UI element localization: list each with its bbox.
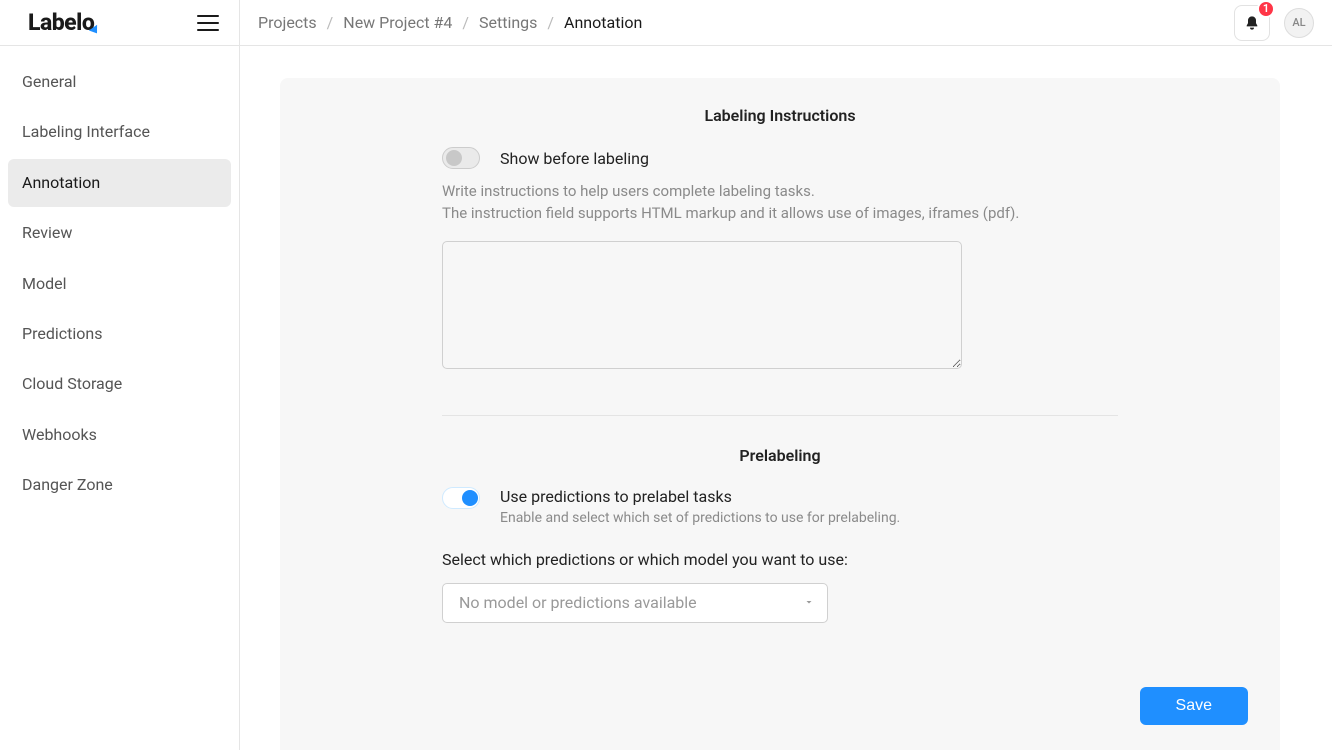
sidebar-item-model[interactable]: Model xyxy=(8,260,231,308)
sidebar-item-danger-zone[interactable]: Danger Zone xyxy=(8,461,231,509)
sidebar-item-general[interactable]: General xyxy=(8,58,231,106)
bell-icon xyxy=(1244,15,1260,31)
sidebar-item-predictions[interactable]: Predictions xyxy=(8,310,231,358)
sidebar-item-label: Model xyxy=(22,274,67,293)
section-labeling-instructions: Labeling Instructions Show before labeli… xyxy=(312,106,1248,623)
predictions-select[interactable]: No model or predictions available xyxy=(442,583,828,623)
breadcrumb-separator: / xyxy=(462,13,469,32)
menu-toggle-icon[interactable] xyxy=(197,15,219,31)
sidebar-item-label: Danger Zone xyxy=(22,475,113,494)
instructions-textarea[interactable] xyxy=(442,241,962,369)
sidebar: Labelo General Labeling Interface Annota… xyxy=(0,0,240,750)
content: Labeling Instructions Show before labeli… xyxy=(240,46,1332,750)
sidebar-item-cloud-storage[interactable]: Cloud Storage xyxy=(8,360,231,408)
actions: Save xyxy=(312,687,1248,725)
toggle-description: Enable and select which set of predictio… xyxy=(500,510,900,526)
divider xyxy=(442,415,1118,416)
breadcrumb-separator: / xyxy=(327,13,334,32)
chevron-down-icon xyxy=(803,593,815,612)
crumb-projects[interactable]: Projects xyxy=(258,13,317,32)
help-line: Write instructions to help users complet… xyxy=(442,182,815,200)
help-text: Write instructions to help users complet… xyxy=(442,181,1118,225)
sidebar-item-label: Labeling Interface xyxy=(22,122,150,141)
sidebar-item-label: Predictions xyxy=(22,324,102,343)
settings-panel: Labeling Instructions Show before labeli… xyxy=(280,78,1280,750)
toggle-row-show-before: Show before labeling xyxy=(442,147,1118,169)
toggle-knob xyxy=(446,150,462,166)
toggle-show-before-labeling[interactable] xyxy=(442,147,480,169)
notifications-button[interactable]: 1 xyxy=(1234,5,1270,41)
toggle-label: Show before labeling xyxy=(500,149,649,168)
topbar: Projects / New Project #4 / Settings / A… xyxy=(240,0,1332,46)
crumb-current: Annotation xyxy=(564,13,642,32)
toggle-label: Use predictions to prelabel tasks xyxy=(500,487,900,506)
crumb-settings[interactable]: Settings xyxy=(479,13,537,32)
section-title: Prelabeling xyxy=(442,446,1118,465)
sidebar-item-label: Webhooks xyxy=(22,425,97,444)
toggle-knob xyxy=(462,490,478,506)
notification-count: 1 xyxy=(1257,0,1275,18)
sidebar-item-annotation[interactable]: Annotation xyxy=(8,159,231,207)
select-placeholder: No model or predictions available xyxy=(459,593,697,612)
help-line: The instruction field supports HTML mark… xyxy=(442,204,1019,222)
sidebar-nav: General Labeling Interface Annotation Re… xyxy=(0,46,239,522)
sidebar-item-review[interactable]: Review xyxy=(8,209,231,257)
sidebar-header: Labelo xyxy=(0,0,239,46)
toggle-use-predictions[interactable] xyxy=(442,487,480,509)
crumb-project-name[interactable]: New Project #4 xyxy=(343,13,452,32)
sidebar-item-label: Review xyxy=(22,223,72,242)
sidebar-item-label: Annotation xyxy=(22,173,100,192)
sidebar-item-labeling-interface[interactable]: Labeling Interface xyxy=(8,108,231,156)
section-title: Labeling Instructions xyxy=(442,106,1118,125)
app-logo[interactable]: Labelo xyxy=(28,9,94,36)
sidebar-item-label: Cloud Storage xyxy=(22,374,122,393)
breadcrumb-separator: / xyxy=(547,13,554,32)
user-avatar[interactable]: AL xyxy=(1284,8,1314,38)
field-label: Select which predictions or which model … xyxy=(442,550,1118,569)
main: Projects / New Project #4 / Settings / A… xyxy=(240,0,1332,750)
topbar-right: 1 AL xyxy=(1234,5,1314,41)
toggle-row-prelabeling: Use predictions to prelabel tasks Enable… xyxy=(442,487,1118,526)
save-button[interactable]: Save xyxy=(1140,687,1248,725)
breadcrumb: Projects / New Project #4 / Settings / A… xyxy=(258,13,642,32)
sidebar-item-webhooks[interactable]: Webhooks xyxy=(8,411,231,459)
sidebar-item-label: General xyxy=(22,72,76,91)
